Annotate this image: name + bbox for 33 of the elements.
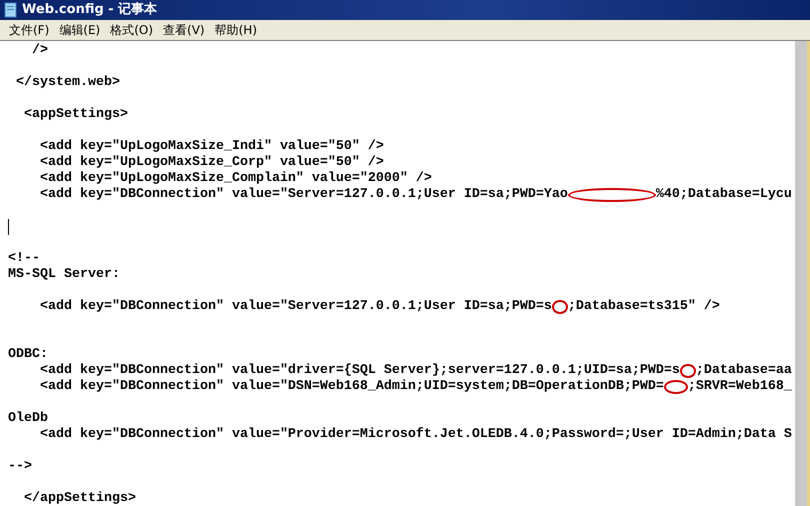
code-text: MS-SQL Server: — [8, 267, 120, 283]
code-text: ;Database=aa — [696, 363, 792, 379]
code-text: %40;Database=Lycu — [656, 187, 792, 203]
code-text: <add key="DBConnection" value="Server=127.0.0.1;User ID=sa;PWD=Yao — [38, 187, 568, 203]
code-text: <add key="UpLogoMaxSize_Indi" value="50" /> — [38, 139, 384, 155]
menu-item[interactable]: 查看(V) — [158, 20, 210, 40]
menu-item[interactable]: 格式(O) — [105, 20, 158, 40]
code-text: <appSettings> — [22, 107, 128, 123]
code-text: /> — [30, 43, 48, 59]
code-text: ODBC: — [8, 347, 48, 363]
code-text: <add key="DBConnection" value="driver={SQL Server};server=127.0.0.1;UID=sa;PWD=s — [38, 363, 680, 379]
menu-item[interactable]: 文件(F) — [4, 20, 54, 40]
code-text: OleDb — [8, 411, 48, 427]
redaction-mark — [664, 380, 688, 394]
code-text: ;Database=ts315" /> — [568, 299, 720, 315]
menu-item[interactable]: 帮助(H) — [210, 20, 262, 40]
code-text: </appSettings> — [22, 491, 136, 506]
code-text: <add key="DBConnection" value="Server=127.0.0.1;User ID=sa;PWD=s — [38, 299, 552, 315]
menu-item[interactable]: 编辑(E) — [54, 20, 106, 40]
code-text: <!-- — [8, 251, 40, 267]
text-cursor — [8, 219, 9, 235]
notepad-icon — [4, 2, 18, 18]
redaction-mark — [680, 364, 696, 378]
redaction-mark — [552, 300, 568, 314]
code-text: <add key="UpLogoMaxSize_Complain" value="2000" /> — [38, 171, 432, 187]
code-text: <add key="DBConnection" value="DSN=Web168_Admin;UID=system;DB=OperationDB;PWD= — [38, 379, 664, 395]
code-text: --> — [8, 459, 32, 475]
code-text: </system.web> — [14, 75, 120, 91]
code-text: ;SRVR=Web168_ — [688, 379, 792, 395]
code-text: <add key="UpLogoMaxSize_Corp" value="50" /> — [38, 155, 384, 171]
window-title: Web.config - 记事本 — [22, 1, 158, 19]
scrollbar[interactable] — [795, 41, 810, 506]
code-text: <add key="DBConnection" value="Provider=Microsoft.Jet.OLEDB.4.0;Password=;User ID=Admin;Data S — [38, 427, 792, 443]
